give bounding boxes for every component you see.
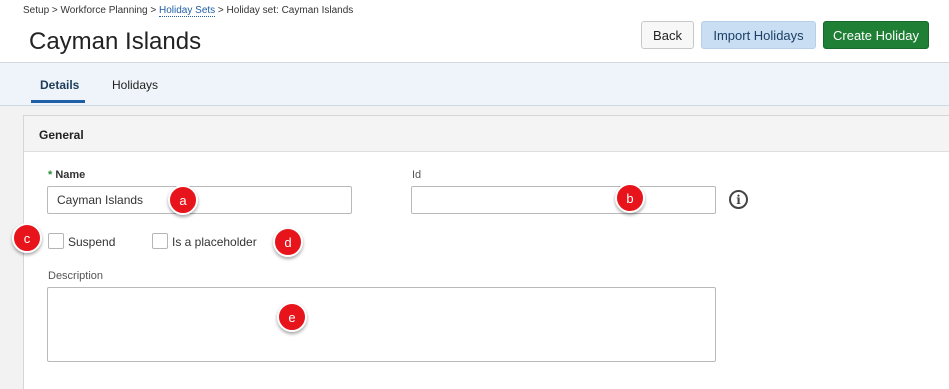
description-textarea[interactable] bbox=[47, 287, 716, 362]
annotation-marker-b: b bbox=[615, 183, 645, 213]
breadcrumb: Setup > Workforce Planning > Holiday Set… bbox=[23, 5, 354, 17]
placeholder-label[interactable]: Is a placeholder bbox=[172, 235, 257, 249]
section-header: General bbox=[24, 116, 949, 152]
page-title: Cayman Islands bbox=[29, 28, 202, 55]
annotation-marker-a: a bbox=[168, 185, 198, 215]
name-label: * Name bbox=[48, 169, 85, 181]
name-input[interactable]: Cayman Islands bbox=[47, 186, 352, 214]
breadcrumb-link-holiday-sets[interactable]: Holiday Sets bbox=[159, 5, 216, 17]
required-marker: * bbox=[48, 169, 53, 181]
content-area: General * Name Cayman Islands Id i Suspe… bbox=[0, 106, 949, 389]
tab-details[interactable]: Details bbox=[40, 78, 79, 92]
id-input[interactable] bbox=[411, 186, 716, 214]
suspend-checkbox[interactable] bbox=[48, 233, 64, 249]
breadcrumb-path-suffix: > Holiday set: Cayman Islands bbox=[215, 5, 354, 16]
back-button[interactable]: Back bbox=[641, 21, 694, 49]
tab-holidays[interactable]: Holidays bbox=[112, 78, 158, 92]
annotation-marker-e: e bbox=[277, 302, 307, 332]
tab-bar: Details Holidays bbox=[0, 63, 949, 106]
placeholder-checkbox[interactable] bbox=[152, 233, 168, 249]
breadcrumb-path-prefix: Setup > Workforce Planning > bbox=[23, 5, 160, 16]
id-label: Id bbox=[412, 169, 422, 181]
info-icon[interactable]: i bbox=[729, 190, 748, 209]
annotation-marker-c: c bbox=[12, 223, 42, 253]
name-label-text: Name bbox=[55, 169, 86, 181]
section-title: General bbox=[39, 128, 84, 142]
annotation-marker-d: d bbox=[273, 227, 303, 257]
general-section-card: General * Name Cayman Islands Id i Suspe… bbox=[23, 115, 949, 389]
create-holiday-button[interactable]: Create Holiday bbox=[823, 21, 929, 49]
description-label: Description bbox=[48, 270, 104, 282]
active-tab-indicator bbox=[31, 100, 85, 103]
suspend-label[interactable]: Suspend bbox=[68, 235, 115, 249]
import-holidays-button[interactable]: Import Holidays bbox=[701, 21, 816, 49]
